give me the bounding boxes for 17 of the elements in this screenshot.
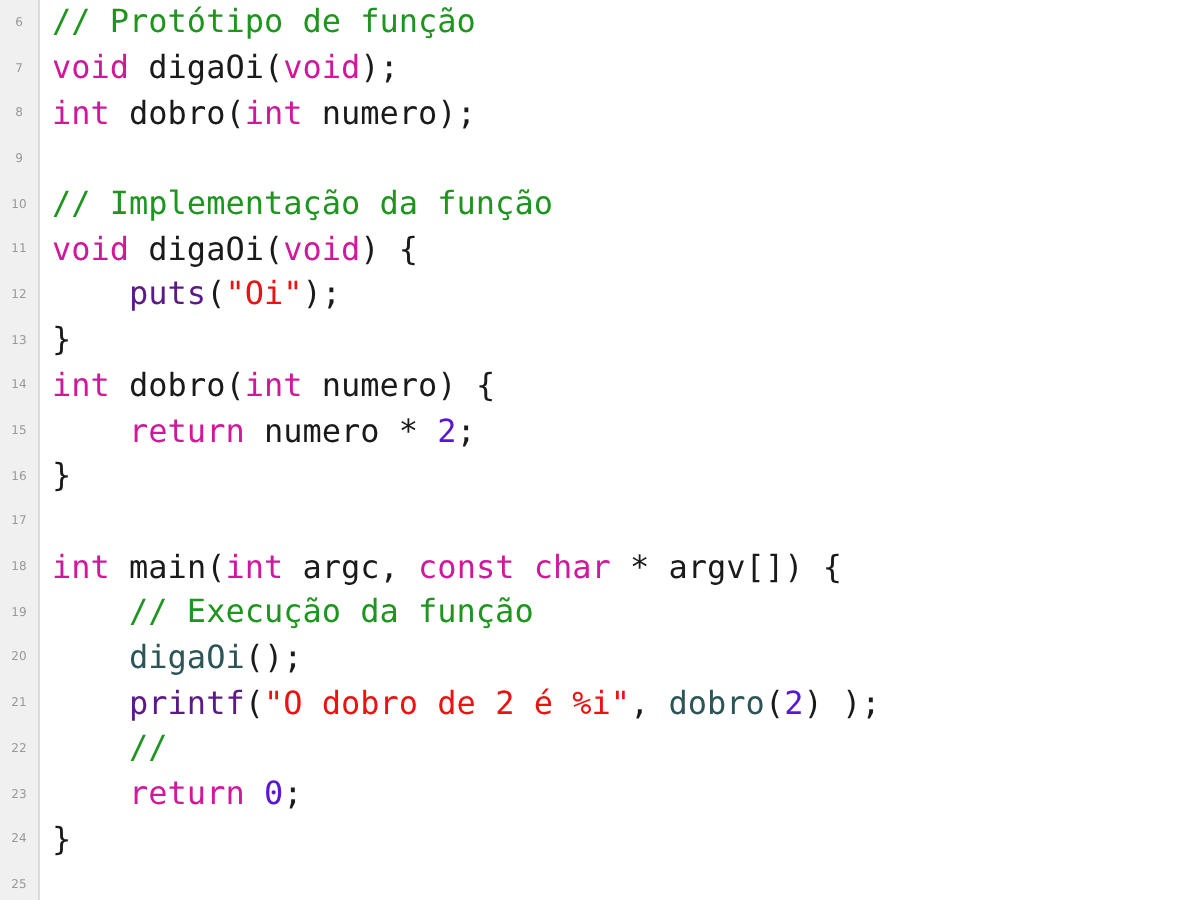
code-line: digaOi(); xyxy=(127,635,303,680)
code-line: return 0; xyxy=(127,772,303,817)
code-line: puts("Oi"); xyxy=(127,272,341,317)
code-line: void digaOi(void); xyxy=(52,46,399,91)
code-line: printf("O dobro de 2 é %i", dobro(2) ); xyxy=(127,681,881,726)
code-line: void digaOi(void) { xyxy=(52,227,419,272)
code-line: } xyxy=(52,454,72,499)
code-line: } xyxy=(52,318,72,363)
code-line: int dobro(int numero); xyxy=(52,91,476,136)
code-line: // Implementação da função xyxy=(52,182,553,227)
code-line: int main(int argc, const char * argv[]) { xyxy=(52,545,842,590)
code-line: // Protótipo de função xyxy=(52,0,476,45)
code-line: // Execução da função xyxy=(127,590,534,635)
code-line: return numero * 2; xyxy=(127,409,476,454)
code-line: int dobro(int numero) { xyxy=(52,363,496,408)
code-line: } xyxy=(52,817,72,862)
code-line: // xyxy=(127,726,168,771)
